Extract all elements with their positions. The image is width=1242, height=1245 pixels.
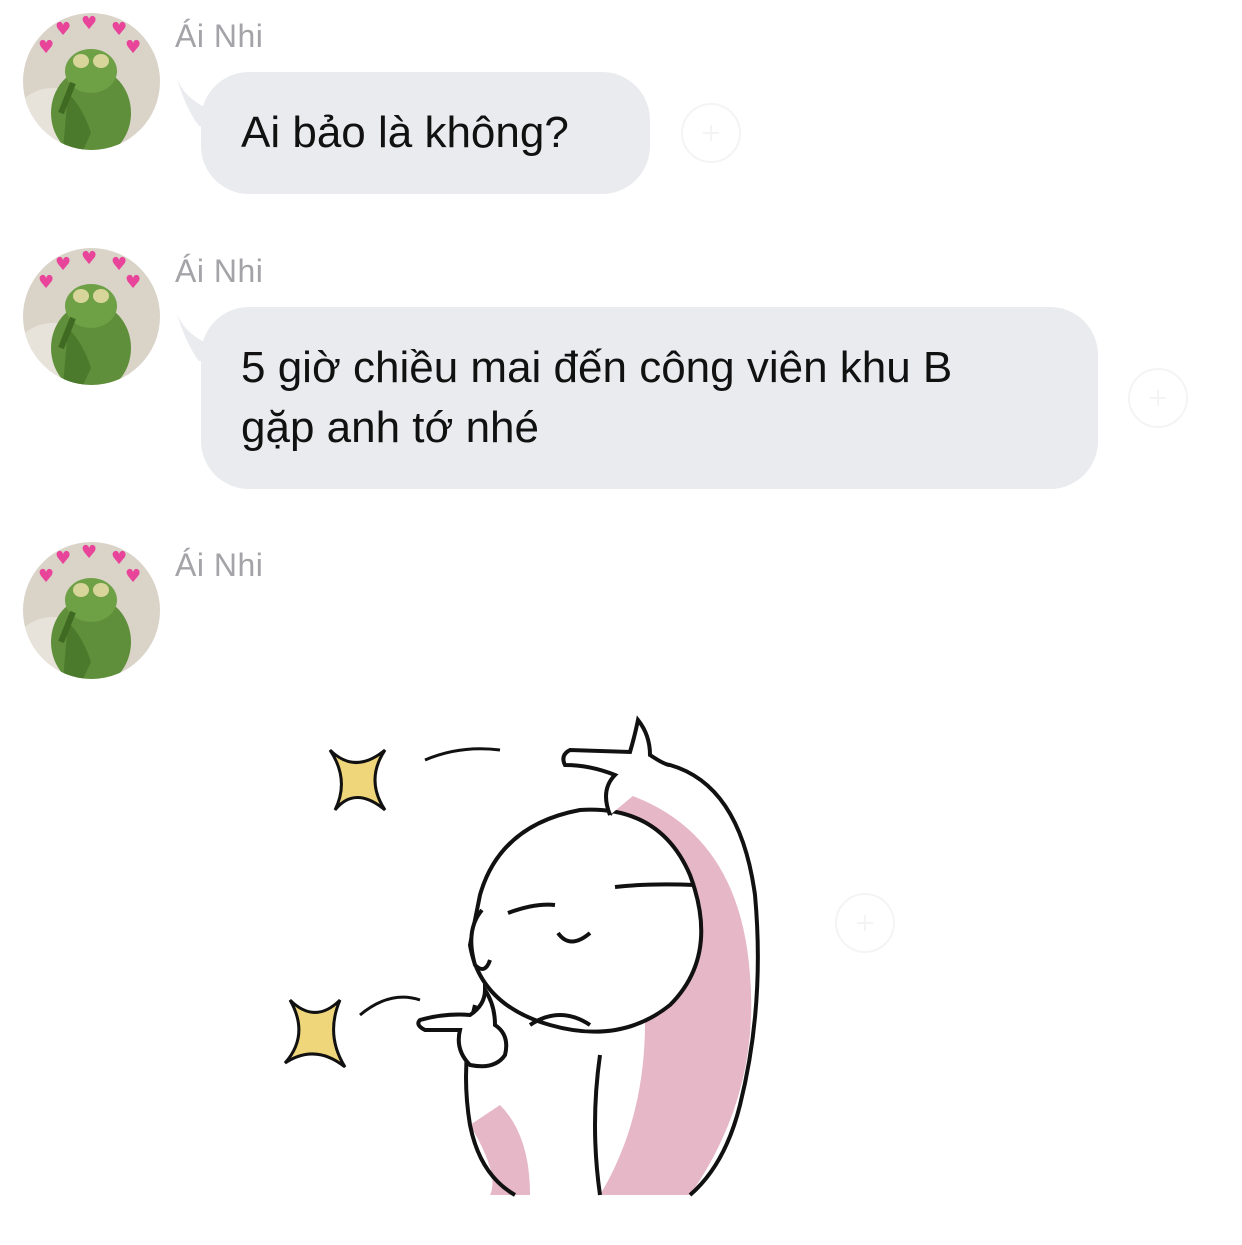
svg-text:♥: ♥ [81, 542, 97, 563]
svg-text:♥: ♥ [125, 566, 141, 587]
svg-text:♥: ♥ [38, 37, 54, 58]
sparkle-icon [283, 998, 347, 1069]
message-bubble[interactable]: 5 giờ chiều mai đến công viên khu B gặp … [201, 307, 1098, 489]
svg-text:♥: ♥ [125, 37, 141, 58]
add-reaction-button[interactable] [681, 103, 741, 163]
kermit-hearts-avatar-icon: ♥ ♥ ♥ ♥ ♥ [23, 542, 160, 679]
avatar[interactable]: ♥ ♥ ♥ ♥ ♥ [23, 13, 160, 150]
svg-text:♥: ♥ [125, 272, 141, 293]
kermit-hearts-avatar-icon: ♥ ♥ ♥ ♥ ♥ [23, 13, 160, 150]
add-reaction-icon [1150, 390, 1166, 406]
svg-text:♥: ♥ [55, 548, 71, 569]
add-reaction-button[interactable] [1128, 368, 1188, 428]
add-reaction-icon [703, 125, 719, 141]
message-text: Ai bảo là không? [241, 108, 569, 157]
svg-text:♥: ♥ [55, 19, 71, 40]
sender-name: Ái Nhi [175, 253, 264, 289]
svg-text:♥: ♥ [81, 13, 97, 34]
sender-name: Ái Nhi [175, 18, 264, 54]
kermit-hearts-avatar-icon: ♥ ♥ ♥ ♥ ♥ [23, 248, 160, 385]
sparkle-icon [328, 748, 387, 812]
pointing-character-sticker[interactable] [270, 705, 790, 1205]
message-text-line: 5 giờ chiều mai đến công viên khu B [241, 343, 953, 392]
avatar[interactable]: ♥ ♥ ♥ ♥ ♥ [23, 542, 160, 679]
message-bubble[interactable]: Ai bảo là không? [201, 72, 650, 194]
sender-name: Ái Nhi [175, 547, 264, 583]
svg-text:♥: ♥ [38, 272, 54, 293]
add-reaction-icon [857, 915, 873, 931]
svg-text:♥: ♥ [55, 254, 71, 275]
message-text-line: gặp anh tớ nhé [241, 403, 539, 452]
svg-text:♥: ♥ [38, 566, 54, 587]
avatar[interactable]: ♥ ♥ ♥ ♥ ♥ [23, 248, 160, 385]
add-reaction-button[interactable] [835, 893, 895, 953]
svg-text:♥: ♥ [81, 248, 97, 269]
